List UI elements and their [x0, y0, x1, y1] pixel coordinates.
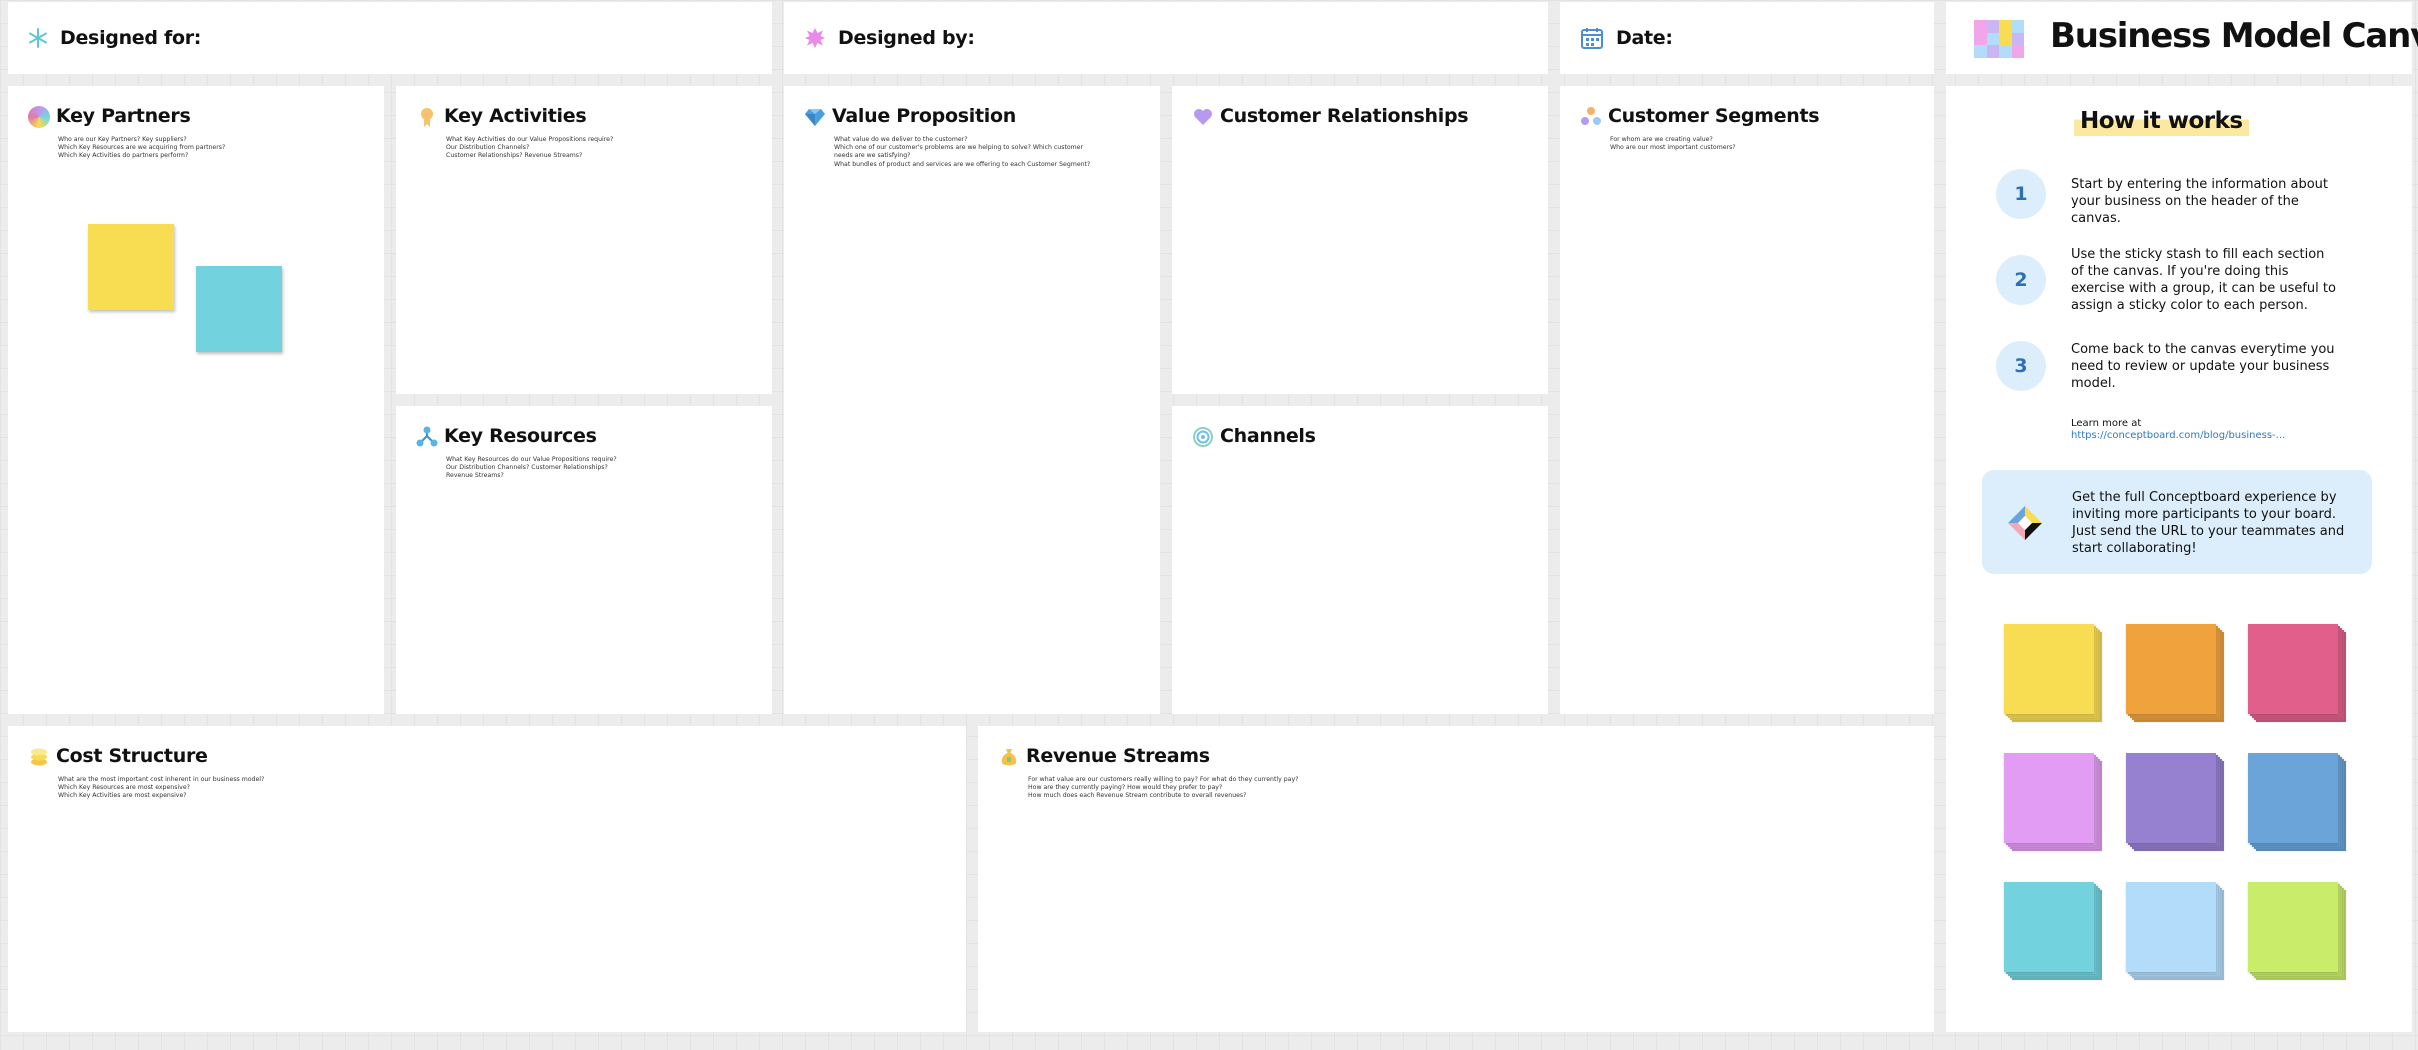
how-it-works-panel: How it works 1 Start by entering the inf… [1946, 86, 2412, 1032]
channels-section[interactable]: Channels [1172, 406, 1548, 714]
snowflake-icon [29, 28, 47, 48]
sticky-stash-top [2126, 882, 2216, 972]
board-title: Business Model Canvas [2050, 16, 2418, 56]
value-proposition-title: Value Proposition [832, 105, 1016, 127]
value-proposition-questions: What value do we deliver to the customer… [834, 136, 1091, 168]
promo-text: Get the full Conceptboard experience by … [2072, 490, 2345, 556]
customer-relationships-title: Customer Relationships [1220, 105, 1469, 127]
conceptboard-logo-icon [2008, 506, 2042, 540]
key-partners-questions: Who are our Key Partners? Key suppliers?… [58, 136, 226, 160]
gradient-sphere-icon [28, 106, 50, 128]
sticky-stash-blue[interactable] [2248, 753, 2350, 855]
key-partners-section[interactable]: Key Partners Who are our Key Partners? K… [8, 86, 384, 714]
step-2-text: Use the sticky stash to fill each sectio… [2071, 247, 2336, 313]
learn-more-link[interactable]: https://conceptboard.com/blog/business-.… [2071, 430, 2285, 441]
sticky-stash-top [2004, 753, 2094, 843]
step-2-number: 2 [1996, 255, 2046, 305]
molecule-icon [416, 426, 438, 447]
sticky-stash-violet[interactable] [2004, 753, 2106, 855]
customer-segments-questions: For whom are we creating value? Who are … [1610, 136, 1736, 152]
medal-icon [421, 108, 433, 127]
date-label: Date: [1616, 27, 1673, 49]
learn-more-label: Learn more at [2071, 418, 2142, 429]
key-resources-section[interactable]: Key Resources What Key Resources do our … [396, 406, 772, 714]
step-1-number: 1 [1996, 169, 2046, 219]
money-bag-icon [1001, 749, 1017, 766]
sticky-stash-top [2248, 882, 2338, 972]
how-it-works-title: How it works [2074, 106, 2249, 136]
customer-relationships-section[interactable]: Customer Relationships [1172, 86, 1548, 394]
canvas-logo-icon [1974, 20, 2024, 58]
calendar-icon [1581, 28, 1603, 49]
promo-box: Get the full Conceptboard experience by … [1982, 470, 2372, 574]
step-3-number: 3 [1996, 341, 2046, 391]
designed-for-label: Designed for: [60, 27, 202, 49]
sticky-stash [2004, 624, 2364, 1004]
step-3-text: Come back to the canvas everytime you ne… [2071, 342, 2335, 391]
designed-by-label: Designed by: [838, 27, 975, 49]
sticky-stash-lime[interactable] [2248, 882, 2350, 984]
key-activities-section[interactable]: Key Activities What Key Activities do ou… [396, 86, 772, 394]
people-icon [1581, 107, 1601, 125]
sticky-stash-top [2248, 624, 2338, 714]
diamond-icon [805, 109, 825, 126]
revenue-streams-title: Revenue Streams [1026, 745, 1210, 767]
key-activities-title: Key Activities [444, 105, 587, 127]
burst-icon [805, 28, 825, 48]
customer-segments-title: Customer Segments [1608, 105, 1820, 127]
customer-segments-section[interactable]: Customer Segments For whom are we creati… [1560, 86, 1934, 714]
sticky-stash-pink[interactable] [2248, 624, 2350, 726]
key-activities-questions: What Key Activities do our Value Proposi… [446, 136, 614, 160]
designed-by-panel[interactable]: Designed by: [784, 2, 1548, 74]
cost-structure-questions: What are the most important cost inheren… [58, 776, 265, 800]
sticky-stash-yellow[interactable] [2004, 624, 2106, 726]
sticky-stash-light-blue[interactable] [2126, 882, 2228, 984]
channels-title: Channels [1220, 425, 1316, 447]
target-icon [1193, 427, 1213, 447]
value-proposition-section[interactable]: Value Proposition What value do we deliv… [784, 86, 1160, 714]
sticky-note-yellow[interactable] [88, 224, 174, 310]
title-panel: Business Model Canvas [1946, 2, 2418, 74]
sticky-stash-cyan[interactable] [2004, 882, 2106, 984]
sticky-stash-purple[interactable] [2126, 753, 2228, 855]
key-resources-questions: What Key Resources do our Value Proposit… [446, 456, 617, 480]
designed-for-panel[interactable]: Designed for: [8, 2, 772, 74]
coins-icon [31, 748, 47, 766]
cost-structure-title: Cost Structure [56, 745, 208, 767]
revenue-streams-questions: For what value are our customers really … [1028, 776, 1299, 800]
sticky-stash-top [2126, 753, 2216, 843]
cost-structure-section[interactable]: Cost Structure What are the most importa… [8, 726, 966, 1032]
key-partners-title: Key Partners [56, 105, 191, 127]
sticky-stash-top [2126, 624, 2216, 714]
sticky-note-cyan[interactable] [196, 266, 282, 352]
sticky-stash-top [2248, 753, 2338, 843]
sticky-stash-orange[interactable] [2126, 624, 2228, 726]
revenue-streams-section[interactable]: Revenue Streams For what value are our c… [978, 726, 1934, 1032]
sticky-stash-top [2004, 624, 2094, 714]
key-resources-title: Key Resources [444, 425, 597, 447]
sticky-stash-top [2004, 882, 2094, 972]
heart-icon [1194, 109, 1212, 125]
date-panel[interactable]: Date: [1560, 2, 1934, 74]
step-1-text: Start by entering the information about … [2071, 177, 2329, 226]
